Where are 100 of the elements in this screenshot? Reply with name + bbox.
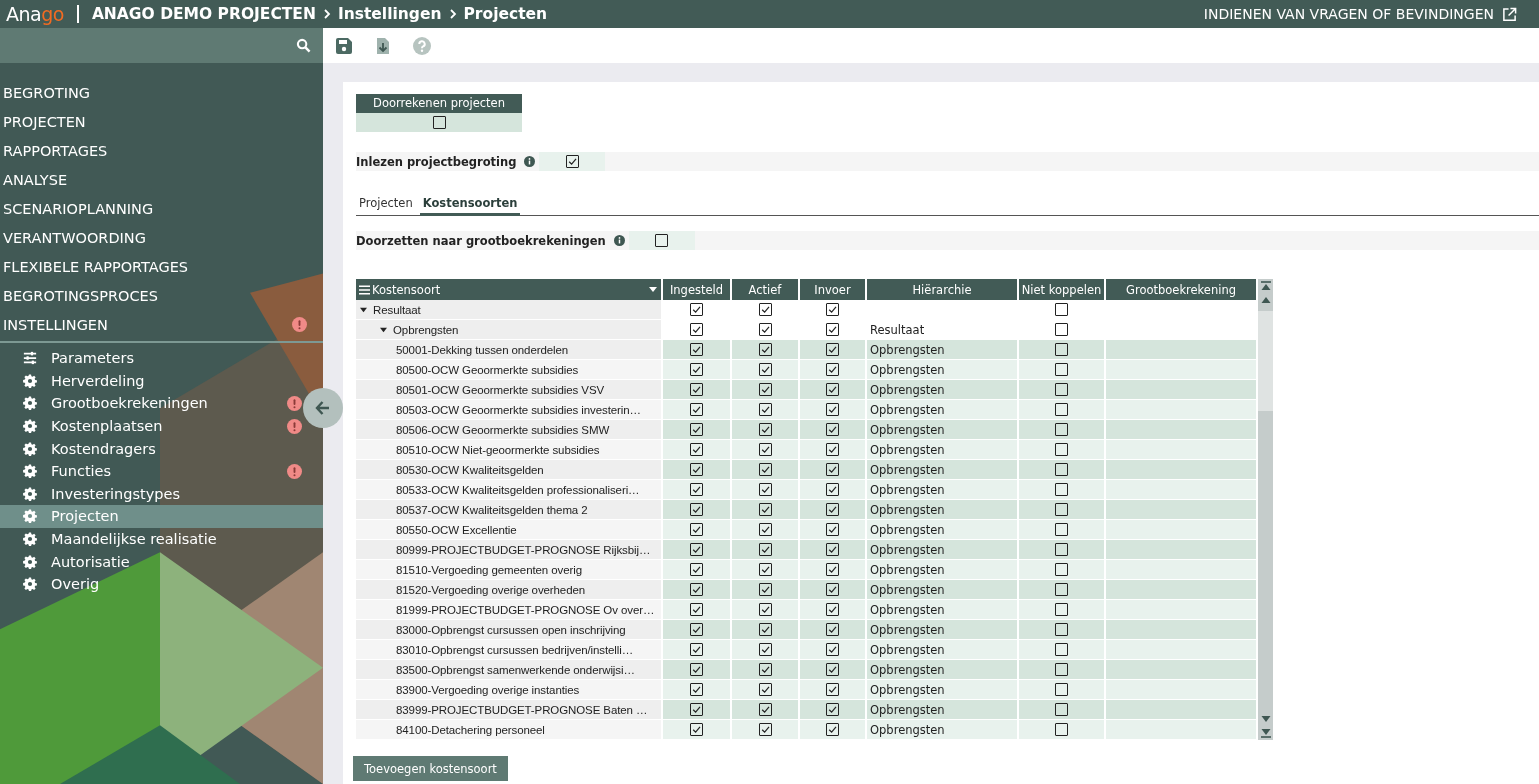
checkbox[interactable] <box>826 723 839 736</box>
menu-item[interactable]: VERANTWOORDING <box>3 229 146 246</box>
submenu-item[interactable]: Investeringstypes <box>0 482 302 506</box>
checkbox[interactable] <box>826 583 839 596</box>
expand-caret-icon[interactable] <box>380 326 387 333</box>
checkbox[interactable] <box>690 403 703 416</box>
menu-item[interactable]: BEGROTING <box>3 84 91 101</box>
submenu-item[interactable]: Kostendragers <box>0 437 302 460</box>
checkbox[interactable] <box>1055 543 1068 556</box>
checkbox[interactable] <box>690 443 703 456</box>
checkbox[interactable] <box>1055 503 1068 516</box>
checkbox[interactable] <box>758 623 772 636</box>
scrollbar[interactable] <box>1258 279 1273 740</box>
checkbox[interactable] <box>1055 323 1068 336</box>
checkbox[interactable] <box>826 323 839 336</box>
checkbox[interactable] <box>758 323 772 336</box>
checkbox[interactable] <box>565 155 579 168</box>
checkbox[interactable] <box>690 683 703 696</box>
checkbox[interactable] <box>1055 683 1068 696</box>
checkbox[interactable] <box>690 563 703 576</box>
checkbox[interactable] <box>758 423 772 436</box>
scroll-bottom-icon[interactable] <box>1260 728 1271 738</box>
checkbox[interactable] <box>758 403 772 416</box>
checkbox[interactable] <box>826 643 839 656</box>
checkbox[interactable] <box>1055 663 1068 676</box>
checkbox[interactable] <box>758 383 772 396</box>
checkbox[interactable] <box>690 483 703 496</box>
checkbox[interactable] <box>758 343 772 356</box>
checkbox[interactable] <box>758 363 772 376</box>
checkbox[interactable] <box>826 403 839 416</box>
checkbox[interactable] <box>826 443 839 456</box>
checkbox[interactable] <box>690 343 703 356</box>
checkbox[interactable] <box>1055 443 1068 456</box>
checkbox[interactable] <box>1055 423 1068 436</box>
submenu-item[interactable]: Overig <box>0 572 302 596</box>
feedback-link[interactable]: INDIENEN VAN VRAGEN OF BEVINDINGEN <box>1203 6 1517 22</box>
column-header[interactable]: Actief <box>732 279 800 300</box>
sidebar-search-field[interactable] <box>0 28 323 63</box>
tab[interactable]: Kostensoorten <box>419 193 521 216</box>
checkbox[interactable] <box>758 443 772 456</box>
checkbox[interactable] <box>826 363 839 376</box>
scroll-down-icon[interactable] <box>1260 714 1271 724</box>
checkbox[interactable] <box>826 603 839 616</box>
checkbox[interactable] <box>690 323 703 336</box>
checkbox[interactable] <box>690 383 703 396</box>
checkbox[interactable] <box>758 523 772 536</box>
save-icon[interactable] <box>335 36 353 55</box>
checkbox[interactable] <box>1055 643 1068 656</box>
checkbox[interactable] <box>1055 343 1068 356</box>
submenu-item[interactable]: Kostenplaatsen <box>0 414 302 438</box>
checkbox[interactable] <box>1055 383 1068 396</box>
scroll-top-icon[interactable] <box>1260 281 1271 291</box>
breadcrumb-item[interactable]: Projecten <box>463 5 548 23</box>
checkbox[interactable] <box>826 383 839 396</box>
column-header[interactable]: Kostensoort <box>356 279 663 300</box>
checkbox[interactable] <box>826 463 839 476</box>
checkbox[interactable] <box>1055 703 1068 716</box>
submenu-item[interactable]: Maandelijkse realisatie <box>0 527 302 551</box>
checkbox[interactable] <box>690 603 703 616</box>
add-cost-type-button[interactable]: Toevoegen kostensoort <box>353 756 508 781</box>
expand-caret-icon[interactable] <box>360 306 367 313</box>
checkbox[interactable] <box>826 663 839 676</box>
checkbox[interactable] <box>690 503 703 516</box>
checkbox[interactable] <box>758 483 772 496</box>
checkbox[interactable] <box>758 503 772 516</box>
checkbox[interactable] <box>1055 523 1068 536</box>
checkbox[interactable] <box>758 683 772 696</box>
menu-item[interactable]: INSTELLINGEN <box>3 316 108 333</box>
checkbox[interactable] <box>826 683 839 696</box>
menu-item[interactable]: RAPPORTAGES <box>3 142 108 159</box>
menu-item[interactable]: SCENARIOPLANNING <box>3 200 154 217</box>
submenu-item[interactable]: Functies <box>0 459 302 483</box>
checkbox[interactable] <box>690 583 703 596</box>
tab[interactable]: Projecten <box>356 193 416 216</box>
checkbox[interactable] <box>1055 563 1068 576</box>
checkbox[interactable] <box>690 543 703 556</box>
scroll-up-icon[interactable] <box>1260 295 1271 305</box>
checkbox[interactable] <box>758 723 772 736</box>
checkbox[interactable] <box>758 703 772 716</box>
info-icon[interactable] <box>524 156 536 167</box>
checkbox[interactable] <box>690 363 703 376</box>
checkbox[interactable] <box>826 563 839 576</box>
checkbox[interactable] <box>655 234 669 247</box>
checkbox[interactable] <box>826 423 839 436</box>
breadcrumb-item[interactable]: ANAGO DEMO PROJECTEN <box>91 5 316 23</box>
column-header[interactable]: Ingesteld <box>663 279 732 300</box>
checkbox[interactable] <box>690 623 703 636</box>
checkbox[interactable] <box>1055 483 1068 496</box>
checkbox[interactable] <box>1055 463 1068 476</box>
submenu-item[interactable]: Herverdeling <box>0 369 302 393</box>
checkbox[interactable] <box>826 523 839 536</box>
checkbox[interactable] <box>758 563 772 576</box>
submenu-item[interactable]: Grootboekrekeningen <box>0 392 302 415</box>
menu-item[interactable]: ANALYSE <box>3 171 68 188</box>
menu-item[interactable]: PROJECTEN <box>3 113 86 130</box>
checkbox[interactable] <box>1055 403 1068 416</box>
checkbox[interactable] <box>690 703 703 716</box>
checkbox[interactable] <box>758 663 772 676</box>
checkbox[interactable] <box>826 303 839 316</box>
checkbox[interactable] <box>758 463 772 476</box>
